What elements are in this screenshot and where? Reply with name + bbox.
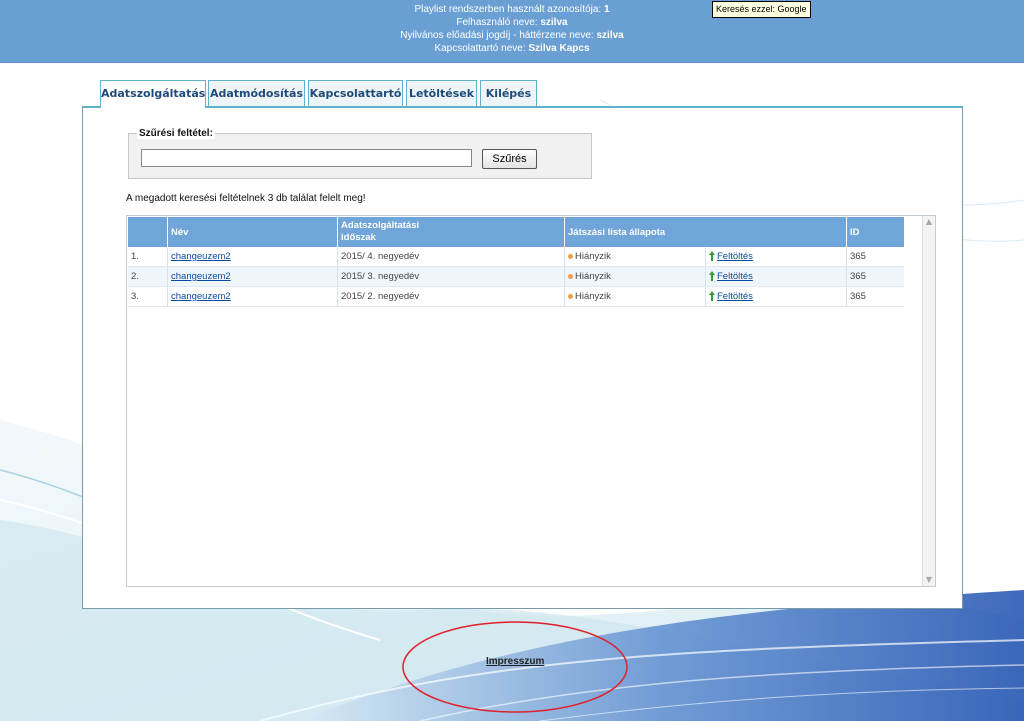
row-period: 2015/ 4. negyedév [337,247,565,267]
background-music-value: szilva [596,30,624,41]
orange-dot-icon [568,253,573,259]
col-period-header-line2: időszak [341,232,376,243]
row-status-cell: Hiányzik [564,247,706,267]
orange-dot-icon [568,293,573,299]
row-name-link[interactable]: changeuzem2 [171,271,231,282]
scroll-up-icon[interactable]: ▲ [923,216,935,228]
row-name-link[interactable]: changeuzem2 [171,291,231,302]
row-upload-cell: Feltöltés [705,247,847,267]
filter-legend: Szűrési feltétel: [137,128,215,139]
row-name-cell: changeuzem2 [167,266,338,287]
google-search-tooltip[interactable]: Keresés ezzel: Google [712,1,811,18]
tab-kapcsolattarto[interactable]: Kapcsolattartó [308,80,403,106]
row-status-cell: Hiányzik [564,286,706,307]
row-upload-cell: Feltöltés [705,286,847,307]
green-up-arrow-icon [709,291,715,302]
username-value: szilva [540,17,568,28]
row-id: 365 [846,247,904,267]
tab-adatszolgaltatas[interactable]: Adatszolgáltatás [100,80,206,108]
table-row: 1. changeuzem2 2015/ 4. negyedév Hiányzi… [128,247,904,267]
result-message: A megadott keresési feltételnek 3 db tal… [126,193,366,204]
filter-button[interactable]: Szűrés [482,149,537,169]
background-music-line: Nyilvános előadási jogdíj - háttérzene n… [0,29,1024,42]
row-status: Hiányzik [575,271,611,282]
table-row: 3. changeuzem2 2015/ 2. negyedév Hiányzi… [128,286,904,307]
row-id: 365 [846,286,904,307]
content-panel: Szűrési feltétel: Szűrés A megadott kere… [82,106,963,609]
row-id: 365 [846,266,904,287]
col-period-header-line1: Adatszolgáltatási [341,220,420,231]
orange-dot-icon [568,273,573,279]
row-status: Hiányzik [575,251,611,262]
playlist-id-label: Playlist rendszerben használt azonosítój… [414,4,602,15]
green-up-arrow-icon [709,251,715,262]
contact-name-label: Kapcsolattartó neve: [434,43,526,54]
contact-name-line: Kapcsolattartó neve: Szilva Kapcs [0,42,1024,55]
playlist-id-line: Playlist rendszerben használt azonosítój… [0,0,1024,16]
username-label: Felhasználó neve: [456,17,538,28]
filter-input[interactable] [141,149,472,167]
col-period-header: Adatszolgáltatási időszak [337,217,565,247]
results-table: Név Adatszolgáltatási időszak Játszási l… [128,217,904,307]
background-music-label: Nyilvános előadási jogdíj - háttérzene n… [400,30,594,41]
row-upload-link[interactable]: Feltöltés [717,251,753,262]
col-number-header [128,217,168,247]
table-header-row: Név Adatszolgáltatási időszak Játszási l… [128,217,904,247]
username-line: Felhasználó neve: szilva [0,16,1024,29]
red-annotation-circle [402,621,628,713]
row-name-cell: changeuzem2 [167,247,338,267]
row-upload-link[interactable]: Feltöltés [717,291,753,302]
row-upload-link[interactable]: Feltöltés [717,271,753,282]
row-name-cell: changeuzem2 [167,286,338,307]
row-name-link[interactable]: changeuzem2 [171,251,231,262]
table-row: 2. changeuzem2 2015/ 3. negyedév Hiányzi… [128,266,904,287]
tab-letoltesek[interactable]: Letöltések [406,80,477,106]
row-status-cell: Hiányzik [564,266,706,287]
col-status-header: Játszási lista állapota [564,217,847,247]
row-number: 2. [128,266,168,287]
results-grid: Név Adatszolgáltatási időszak Játszási l… [126,215,936,587]
contact-name-value: Szilva Kapcs [528,43,590,54]
green-up-arrow-icon [709,271,715,282]
grid-vertical-scrollbar[interactable]: ▲ ▼ [922,216,935,586]
playlist-id-value: 1 [604,4,610,15]
row-period: 2015/ 2. negyedév [337,286,565,307]
row-status: Hiányzik [575,291,611,302]
account-header: Playlist rendszerben használt azonosítój… [0,0,1024,63]
col-id-header: ID [846,217,904,247]
filter-fieldset: Szűrési feltétel: Szűrés [128,128,592,179]
col-name-header: Név [167,217,338,247]
scroll-down-icon[interactable]: ▼ [923,574,935,586]
tab-adatmodositas[interactable]: Adatmódosítás [208,80,305,106]
tab-kilepes[interactable]: Kilépés [480,80,537,106]
row-period: 2015/ 3. negyedév [337,266,565,287]
row-number: 1. [128,247,168,267]
row-upload-cell: Feltöltés [705,266,847,287]
row-number: 3. [128,286,168,307]
